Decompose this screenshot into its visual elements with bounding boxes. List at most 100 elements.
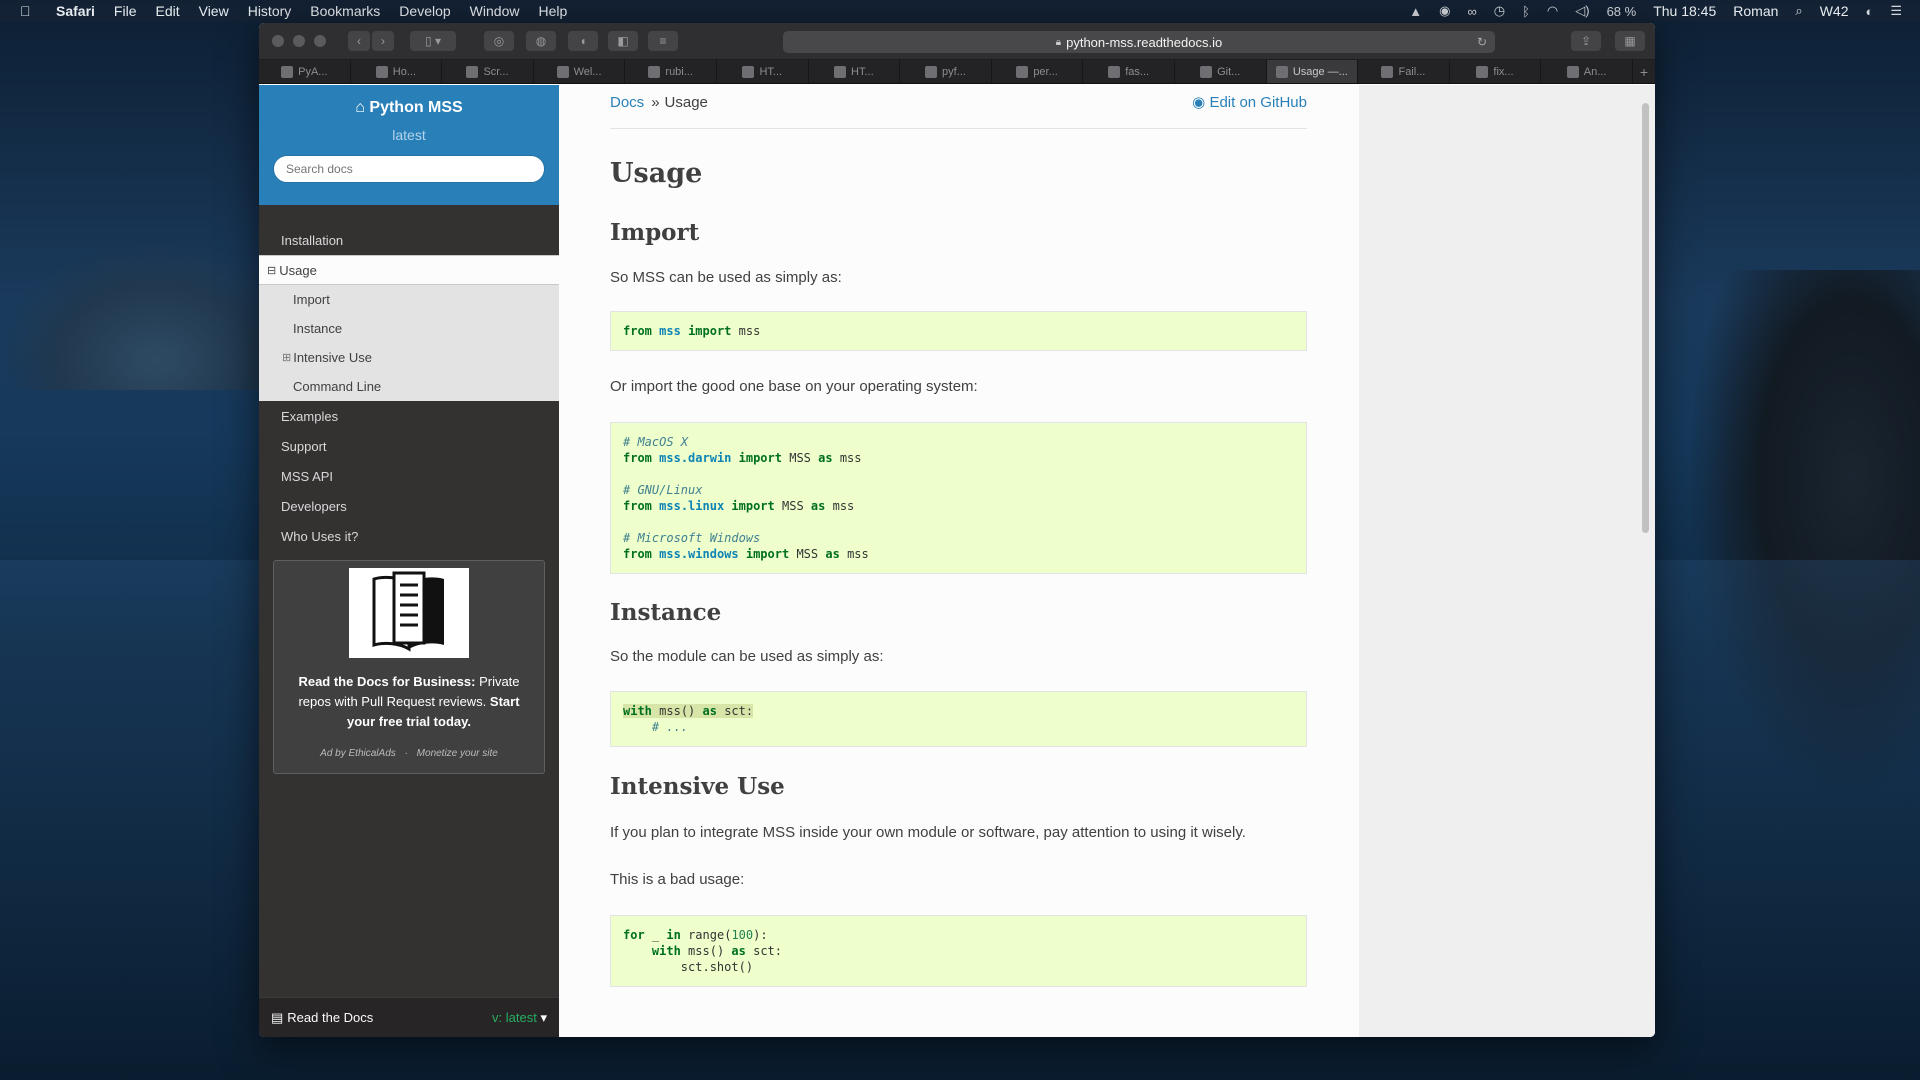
nav-usage[interactable]: ⊟ Usage <box>259 255 559 285</box>
nav-developers[interactable]: Developers <box>259 491 559 521</box>
code-block-os-imports[interactable]: # MacOS X from mss.darwin import MSS as … <box>610 422 1307 574</box>
wallpaper-island-left <box>0 240 260 390</box>
tab-favicon <box>925 65 938 78</box>
extension-button-3[interactable]: ◖ <box>568 31 598 51</box>
browser-tab[interactable]: pyf... <box>900 60 992 83</box>
week-number[interactable]: W42 <box>1820 3 1849 19</box>
extension-button-1[interactable]: ◎ <box>484 31 514 51</box>
project-home-link[interactable]: ⌂ Python MSS <box>259 99 559 117</box>
menu-edit[interactable]: Edit <box>155 3 179 19</box>
doc-content: Docs » Usage ◉ Edit on GitHub Usage Impo… <box>559 85 1359 1037</box>
menu-view[interactable]: View <box>199 3 229 19</box>
browser-tab[interactable]: HT... <box>809 60 901 83</box>
code-block-import[interactable]: from mss import mss <box>610 311 1307 351</box>
spotlight-icon[interactable]: ⌕ <box>1795 3 1802 19</box>
clock[interactable]: Thu 18:45 <box>1653 3 1716 19</box>
wappalyzer-icon: ◖ <box>579 34 587 48</box>
browser-tab[interactable]: per... <box>992 60 1084 83</box>
tab-bar: PyA... Ho... Scr... Wel... rubi... HT...… <box>259 60 1655 84</box>
address-bar[interactable]: 🔒︎ python-mss.readthedocs.io ↻ <box>783 31 1495 53</box>
extension-button-4[interactable]: ◧ <box>608 31 638 51</box>
tab-favicon <box>281 65 294 78</box>
reader-button[interactable]: ≡ <box>648 31 678 51</box>
apple-icon[interactable]:  <box>20 3 40 19</box>
vertical-scrollbar[interactable] <box>1642 103 1649 533</box>
nav-intensive-use[interactable]: ⊞ Intensive Use <box>259 343 559 372</box>
menu-bookmarks[interactable]: Bookmarks <box>310 3 380 19</box>
volume-icon[interactable]: ◁) <box>1575 3 1589 19</box>
browser-tab[interactable]: fix... <box>1450 60 1542 83</box>
sidebar-toggle-button[interactable]: ▯ ▾ <box>410 31 456 51</box>
wifi-icon[interactable]: ◠ <box>1547 3 1558 19</box>
tab-favicon <box>1566 65 1579 78</box>
browser-tab[interactable]: Git... <box>1175 60 1267 83</box>
kw-from: from <box>623 499 652 513</box>
nav-examples[interactable]: Examples <box>259 401 559 431</box>
browser-tab[interactable]: Ho... <box>351 60 443 83</box>
ad-by-link[interactable]: Ad by EthicalAds <box>320 748 396 759</box>
menu-develop[interactable]: Develop <box>399 3 450 19</box>
notification-center-icon[interactable]: ☰ <box>1890 3 1902 19</box>
user-name[interactable]: Roman <box>1733 3 1778 19</box>
battery-percent[interactable]: 68 % <box>1607 4 1637 19</box>
browser-tab[interactable]: rubi... <box>625 60 717 83</box>
browser-tab[interactable]: Wel... <box>534 60 626 83</box>
menu-app-name[interactable]: Safari <box>56 3 95 19</box>
browser-tab[interactable]: PyA... <box>259 60 351 83</box>
browser-tab[interactable]: HT... <box>717 60 809 83</box>
browser-tab-active[interactable]: Usage —... <box>1266 60 1359 83</box>
ethical-ad[interactable]: Read the Docs for Business: Private repo… <box>273 560 545 774</box>
nav-installation[interactable]: Installation <box>259 225 559 255</box>
bluetooth-icon[interactable]: ᛒ <box>1522 4 1530 19</box>
back-button[interactable]: ‹ <box>348 31 370 51</box>
nav-command-line[interactable]: Command Line <box>259 372 559 401</box>
tab-overview-button[interactable]: ▦ <box>1615 31 1645 51</box>
ad-text[interactable]: Read the Docs for Business: Private repo… <box>274 658 544 732</box>
extension-button-2[interactable]: ◍ <box>526 31 556 51</box>
tab-favicon <box>1016 65 1029 78</box>
browser-tab[interactable]: Scr... <box>442 60 534 83</box>
collapse-icon[interactable]: ⊟ <box>267 264 276 277</box>
share-button[interactable]: ⇪ <box>1571 31 1601 51</box>
browser-tab[interactable]: An... <box>1541 60 1633 83</box>
code-block-bad-usage[interactable]: for _ in range(100): with mss() as sct: … <box>610 915 1307 987</box>
siri-icon[interactable]: ◐ <box>1865 4 1873 19</box>
breadcrumb-docs-link[interactable]: Docs <box>610 94 644 111</box>
zoom-window-button[interactable] <box>314 35 326 47</box>
nav-import[interactable]: Import <box>259 285 559 314</box>
nav-instance[interactable]: Instance <box>259 314 559 343</box>
tab-favicon <box>556 65 569 78</box>
menu-bar:  Safari File Edit View History Bookmark… <box>0 0 1920 22</box>
reload-icon[interactable]: ↻ <box>1477 35 1487 49</box>
nav-support[interactable]: Support <box>259 431 559 461</box>
browser-tab[interactable]: fas... <box>1083 60 1175 83</box>
ad-text-bold: Read the Docs for Business: <box>298 674 476 689</box>
browser-tab[interactable]: Fail... <box>1358 60 1450 83</box>
rtd-versions-bar[interactable]: ▤ Read the Docs v: latest ▾ <box>259 997 559 1037</box>
minimize-window-button[interactable] <box>293 35 305 47</box>
page-viewport: ⌂ Python MSS latest Installation ⊟ Usage… <box>259 85 1655 1037</box>
comment-ellipsis: # ... <box>651 720 689 734</box>
book-icon <box>372 571 444 652</box>
glasses-icon[interactable]: ∞ <box>1467 4 1476 19</box>
tab-title: Fail... <box>1398 65 1426 78</box>
close-window-button[interactable] <box>272 35 284 47</box>
nav-who-uses-it[interactable]: Who Uses it? <box>259 521 559 551</box>
forward-button[interactable]: › <box>372 31 394 51</box>
search-input[interactable] <box>273 155 545 183</box>
time-machine-icon[interactable]: ◷ <box>1494 3 1505 19</box>
expand-icon[interactable]: ⊞ <box>282 351 291 364</box>
menu-window[interactable]: Window <box>470 3 520 19</box>
monetize-link[interactable]: Monetize your site <box>417 748 498 759</box>
menu-file[interactable]: File <box>114 3 137 19</box>
new-tab-button[interactable]: + <box>1633 60 1655 83</box>
ad-book-image[interactable] <box>349 568 469 658</box>
version-selector[interactable]: v: latest ▾ <box>492 1010 547 1026</box>
edit-on-github-link[interactable]: ◉ Edit on GitHub <box>1192 93 1307 111</box>
menu-history[interactable]: History <box>248 3 292 19</box>
menu-help[interactable]: Help <box>538 3 567 19</box>
nav-mss-api[interactable]: MSS API <box>259 461 559 491</box>
onepassword-icon[interactable]: ◉ <box>1439 3 1450 19</box>
code-block-instance[interactable]: with mss() as sct: # ... <box>610 691 1307 747</box>
vlc-icon[interactable]: ▲ <box>1409 4 1422 19</box>
